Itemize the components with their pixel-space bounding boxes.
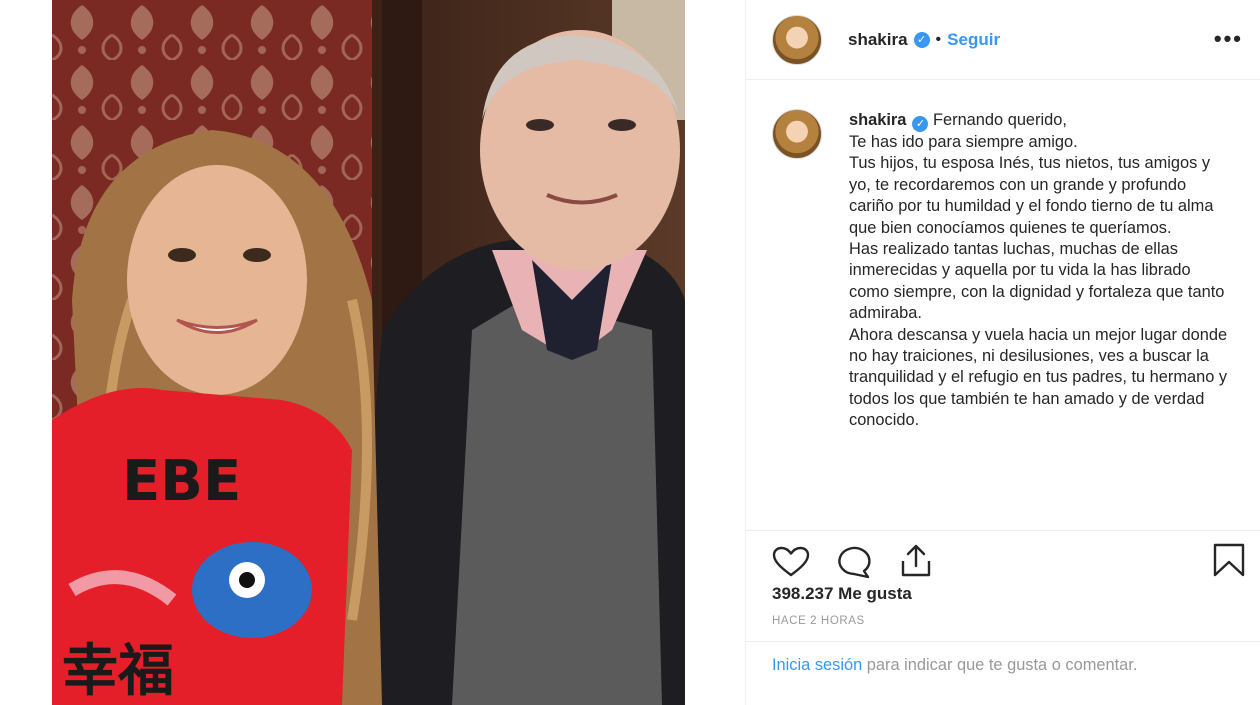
caption-body: Fernando querido, Te has ido para siempr…	[849, 111, 1228, 430]
separator-dot: •	[935, 30, 942, 48]
share-icon	[901, 544, 931, 577]
caption-verified-icon: ✓	[912, 116, 929, 132]
svg-text:EBE: EBE	[122, 449, 241, 514]
username[interactable]: shakira	[848, 30, 908, 50]
caption-avatar[interactable]	[772, 109, 822, 159]
svg-text:幸福: 幸福	[62, 639, 174, 704]
login-prompt: Inicia sesión para indicar que te gusta …	[772, 654, 1212, 676]
post-image: EBE 幸福	[52, 0, 685, 705]
caption: shakira ✓ Fernando querido, Te has ido pa…	[849, 110, 1229, 432]
post-side-panel: shakira ✓ • Seguir ••• shakira ✓ Fernando…	[745, 0, 1260, 705]
comment-button[interactable]	[835, 545, 873, 579]
share-button[interactable]	[898, 544, 934, 578]
caption-area[interactable]: shakira ✓ Fernando querido, Te has ido pa…	[746, 81, 1260, 529]
comment-icon	[838, 546, 871, 579]
verified-badge-icon: ✓	[913, 31, 930, 48]
like-button[interactable]	[772, 546, 810, 578]
more-options-icon[interactable]: •••	[1214, 26, 1243, 52]
likes-count[interactable]: 398.237 Me gusta	[772, 584, 912, 604]
post-timestamp[interactable]: HACE 2 HORAS	[772, 615, 865, 627]
login-prompt-text: para indicar que te gusta o comentar.	[862, 656, 1138, 674]
bookmark-icon	[1213, 543, 1245, 577]
login-link[interactable]: Inicia sesión	[772, 656, 862, 674]
post-actions: 398.237 Me gusta HACE 2 HORAS	[746, 530, 1260, 642]
caption-username[interactable]: shakira	[849, 111, 906, 129]
post-header: shakira ✓ • Seguir •••	[746, 0, 1260, 80]
post-photo: EBE 幸福	[52, 0, 685, 705]
avatar[interactable]	[772, 14, 822, 65]
heart-icon	[772, 546, 810, 577]
follow-button[interactable]: Seguir	[947, 30, 1000, 50]
save-button[interactable]	[1213, 543, 1245, 577]
